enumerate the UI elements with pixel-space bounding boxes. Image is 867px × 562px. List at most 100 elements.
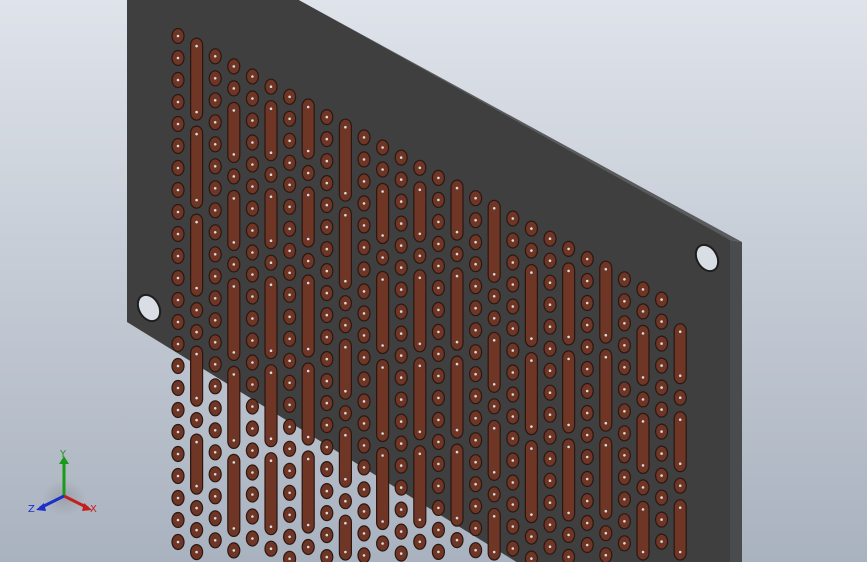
pad-drill-hole bbox=[176, 320, 180, 324]
pad-drill-hole bbox=[641, 420, 645, 423]
pad-drill-hole bbox=[176, 496, 180, 500]
pad-drill-hole bbox=[678, 506, 682, 510]
pad-drill-hole bbox=[455, 516, 459, 520]
pad-drill-hole bbox=[288, 403, 291, 407]
pad-drill-hole bbox=[325, 445, 329, 449]
pad-drill-hole bbox=[195, 198, 198, 202]
pad-drill-hole bbox=[325, 203, 329, 207]
pad-drill-hole bbox=[623, 278, 626, 281]
pad-drill-hole bbox=[306, 545, 310, 549]
pad-drill-hole bbox=[474, 548, 477, 552]
pad-drill-hole bbox=[548, 501, 552, 505]
pad-drill-hole bbox=[306, 457, 310, 461]
pad-drill-hole bbox=[213, 407, 217, 410]
pad-drill-hole bbox=[399, 486, 403, 489]
pad-drill-hole bbox=[399, 464, 403, 467]
slot-pad bbox=[264, 452, 278, 536]
pad-drill-hole bbox=[232, 65, 236, 68]
pad-drill-hole bbox=[492, 471, 496, 474]
pad-drill-hole bbox=[437, 396, 440, 400]
pad-drill-hole bbox=[251, 97, 254, 100]
pad-drill-hole bbox=[492, 383, 496, 386]
pad-drill-hole bbox=[381, 278, 384, 281]
pad-drill-hole bbox=[399, 222, 403, 225]
pad-drill-hole bbox=[325, 115, 329, 119]
pad-drill-hole bbox=[381, 366, 384, 369]
pad-drill-hole bbox=[288, 359, 291, 363]
pad-drill-hole bbox=[548, 325, 552, 329]
pad-drill-hole bbox=[176, 386, 180, 390]
pad-drill-hole bbox=[548, 435, 552, 439]
pad-drill-hole bbox=[176, 78, 180, 82]
slot-pad bbox=[338, 118, 352, 202]
pad-drill-hole bbox=[176, 56, 180, 60]
pad-drill-hole bbox=[381, 168, 384, 171]
pad-drill-hole bbox=[474, 262, 477, 266]
pad-drill-hole bbox=[288, 117, 291, 121]
pad-drill-hole bbox=[232, 241, 236, 244]
pad-drill-hole bbox=[213, 451, 217, 454]
pad-drill-hole bbox=[604, 443, 608, 447]
pad-drill-hole bbox=[585, 367, 589, 371]
pad-drill-hole bbox=[437, 440, 440, 444]
pad-drill-hole bbox=[437, 462, 440, 466]
pad-drill-hole bbox=[306, 149, 310, 153]
pad-drill-hole bbox=[306, 105, 310, 109]
pad-drill-hole bbox=[548, 259, 552, 263]
pad-drill-hole bbox=[176, 210, 180, 214]
pad-drill-hole bbox=[437, 506, 440, 510]
pad-drill-hole bbox=[511, 437, 515, 440]
pad-drill-hole bbox=[399, 310, 403, 313]
pad-drill-hole bbox=[288, 469, 291, 473]
pad-drill-hole bbox=[660, 342, 663, 345]
pad-drill-hole bbox=[418, 254, 422, 258]
pad-drill-hole bbox=[344, 411, 347, 415]
pad-drill-hole bbox=[176, 232, 180, 236]
pad-drill-hole bbox=[288, 293, 291, 297]
pad-drill-hole bbox=[251, 251, 254, 254]
pad-drill-hole bbox=[269, 459, 273, 463]
pad-drill-hole bbox=[176, 364, 180, 368]
pad-drill-hole bbox=[176, 342, 180, 346]
graphics-viewport[interactable]: Y X Z bbox=[0, 0, 867, 562]
pad-drill-hole bbox=[418, 188, 422, 192]
pad-drill-hole bbox=[176, 474, 180, 478]
pad-drill-hole bbox=[251, 295, 254, 298]
slot-pad bbox=[413, 269, 427, 353]
pad-drill-hole bbox=[492, 493, 496, 496]
pad-drill-hole bbox=[585, 411, 589, 415]
pad-drill-hole bbox=[306, 347, 310, 351]
pad-drill-hole bbox=[251, 361, 254, 364]
pad-drill-hole bbox=[567, 445, 570, 449]
pad-drill-hole bbox=[474, 218, 477, 222]
pad-drill-hole bbox=[288, 491, 291, 495]
pad-drill-hole bbox=[678, 550, 682, 554]
pad-drill-hole bbox=[288, 161, 291, 165]
pad-drill-hole bbox=[251, 515, 254, 518]
pad-drill-hole bbox=[325, 423, 329, 427]
pad-drill-hole bbox=[623, 498, 626, 501]
pad-drill-hole bbox=[288, 249, 291, 253]
pad-drill-hole bbox=[306, 523, 310, 527]
pad-drill-hole bbox=[306, 369, 310, 373]
pad-drill-hole bbox=[362, 356, 366, 359]
pad-drill-hole bbox=[269, 107, 273, 110]
pad-drill-hole bbox=[269, 547, 273, 550]
pad-drill-hole bbox=[474, 460, 477, 464]
pad-drill-hole bbox=[474, 482, 477, 486]
pad-drill-hole bbox=[176, 276, 180, 280]
pad-drill-hole bbox=[585, 521, 589, 525]
pad-drill-hole bbox=[213, 363, 217, 366]
pad-drill-hole bbox=[269, 349, 273, 353]
pad-drill-hole bbox=[623, 476, 626, 479]
pad-drill-hole bbox=[362, 202, 366, 205]
slot-pad bbox=[450, 267, 464, 351]
pad-drill-hole bbox=[381, 520, 384, 523]
slot-pad bbox=[561, 438, 576, 522]
model-scene[interactable] bbox=[0, 0, 867, 562]
pad-drill-hole bbox=[623, 322, 626, 325]
pad-drill-hole bbox=[213, 297, 217, 300]
pad-drill-hole bbox=[362, 268, 366, 271]
pad-drill-hole bbox=[306, 237, 310, 241]
pad-drill-hole bbox=[362, 312, 366, 315]
